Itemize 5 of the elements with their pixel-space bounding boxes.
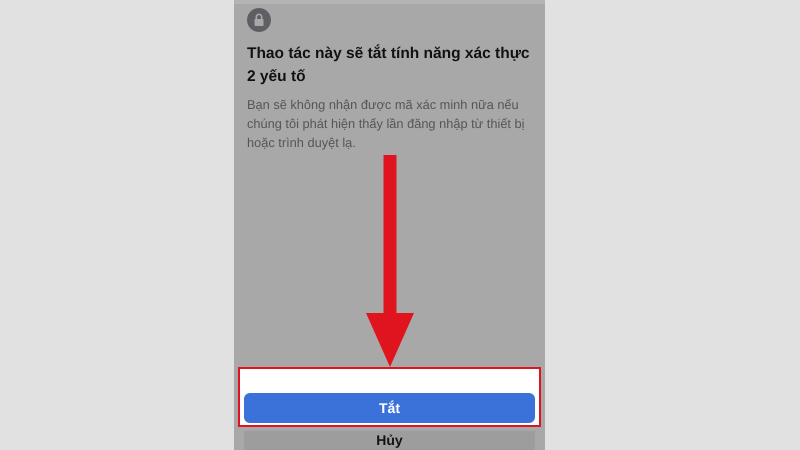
cancel-button[interactable]: Hủy [244,431,535,450]
lock-icon [247,8,271,32]
turn-off-button[interactable]: Tắt [244,393,535,423]
dialog-title: Thao tác này sẽ tắt tính năng xác thực 2 yếu tố [247,43,531,87]
dialog-message: Bạn sẽ không nhận được mã xác minh nữa nếu chúng tôi phát hiện thấy lần đăng nhập từ thiết bị hoặc trình duyệt lạ. [247,96,526,152]
